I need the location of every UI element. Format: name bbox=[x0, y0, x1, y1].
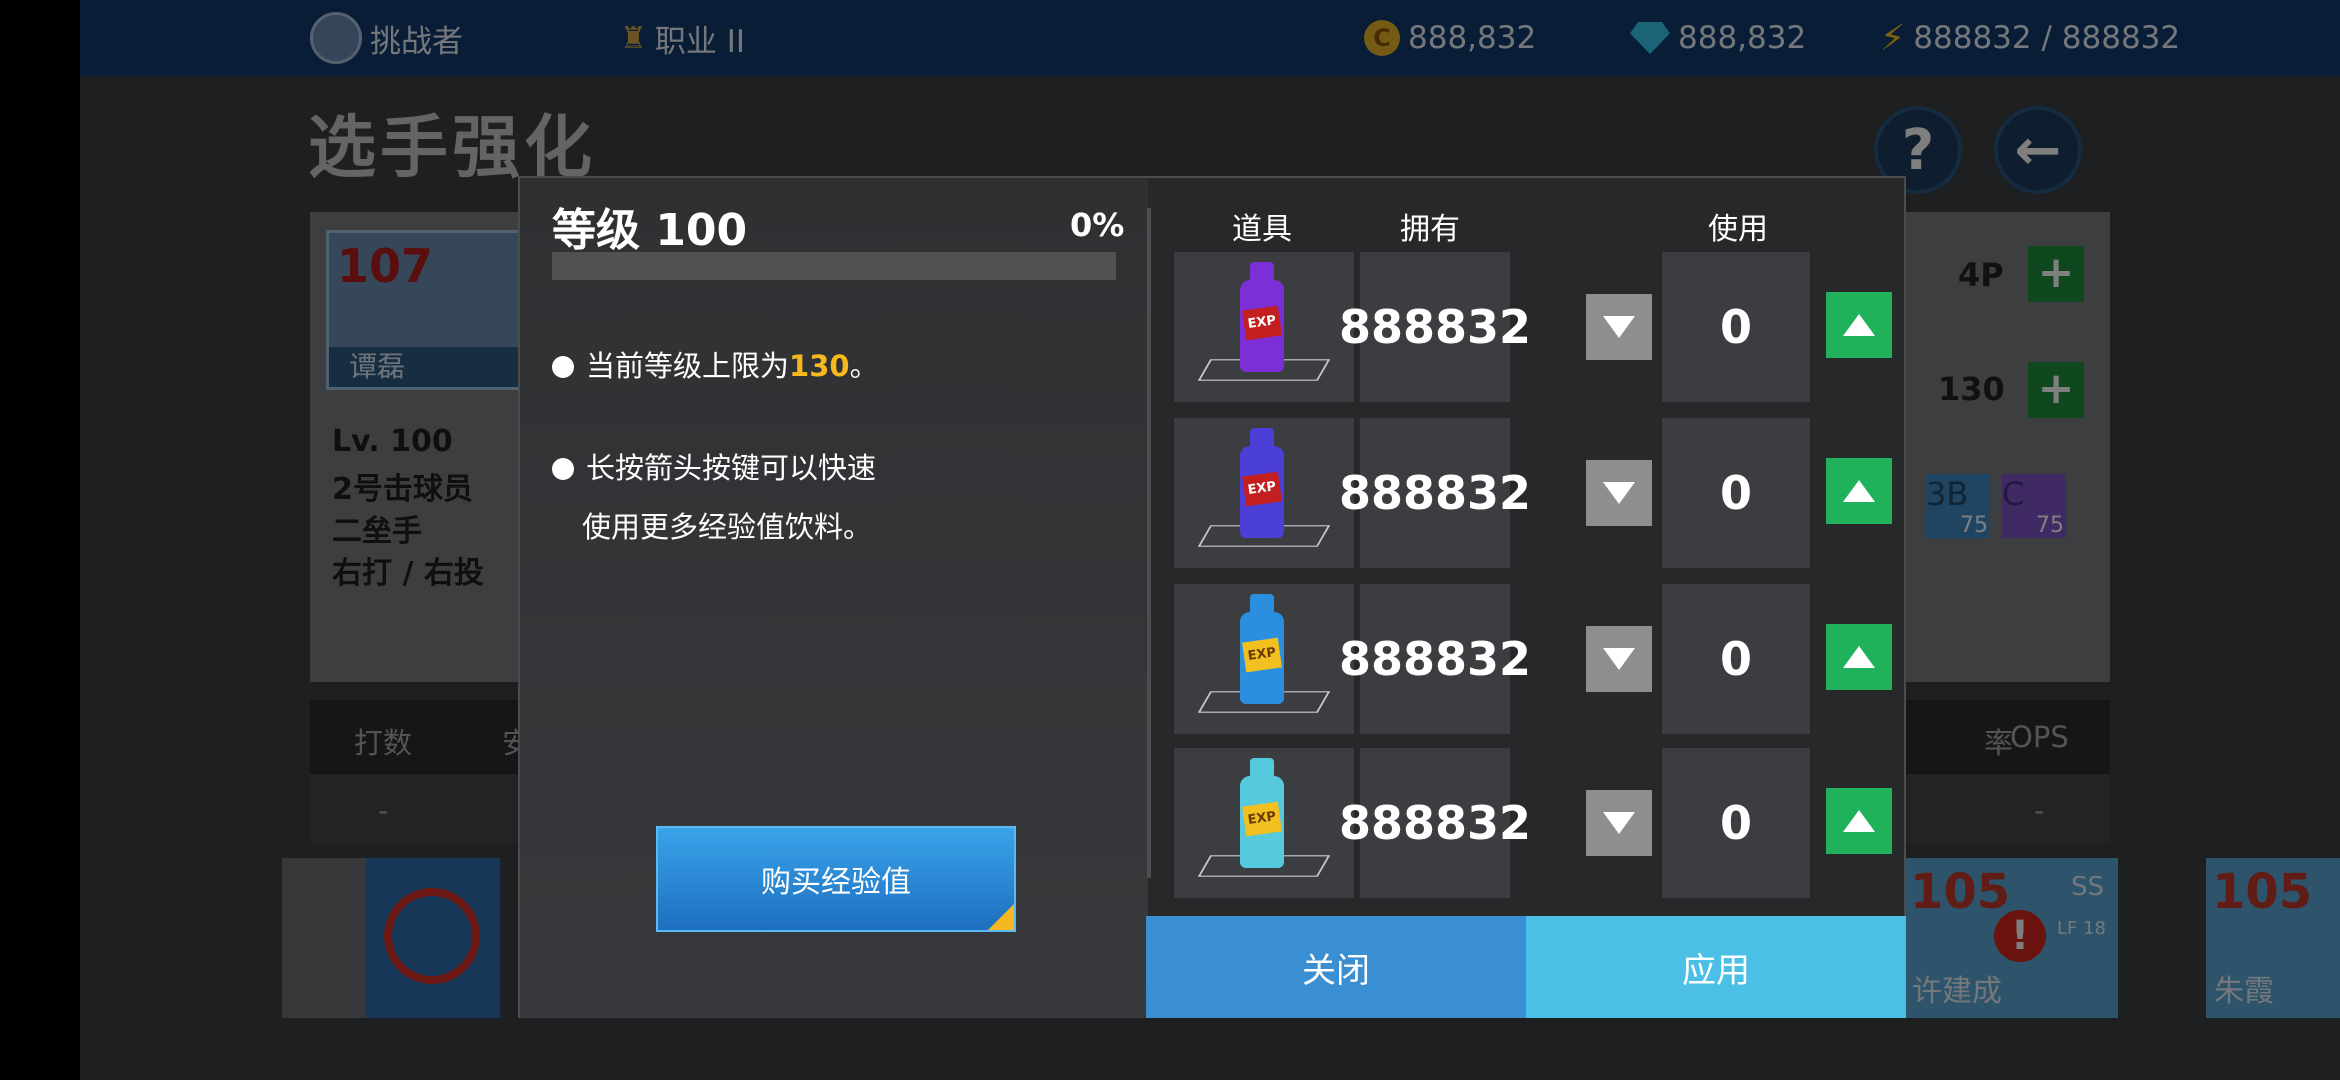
col-header-use: 使用 bbox=[1708, 212, 1768, 247]
bullet-icon bbox=[552, 458, 574, 480]
divider bbox=[1147, 208, 1151, 878]
use-count: 0 bbox=[1662, 418, 1810, 568]
tip-long-press: 长按箭头按键可以快速 bbox=[552, 442, 876, 494]
decrease-button[interactable] bbox=[1586, 460, 1652, 526]
exp-drink-icon: EXP bbox=[1240, 262, 1284, 372]
arrow-down-icon bbox=[1603, 316, 1635, 338]
col-header-owned: 拥有 bbox=[1400, 212, 1460, 247]
decrease-button[interactable] bbox=[1586, 626, 1652, 692]
arrow-down-icon bbox=[1603, 648, 1635, 670]
level-panel: 等级 100 0% 当前等级上限为130。 长按箭头按键可以快速 使用更多经验值… bbox=[520, 178, 1148, 1018]
item-cell: EXP bbox=[1174, 584, 1354, 734]
arrow-up-icon bbox=[1843, 480, 1875, 502]
bullet-icon bbox=[552, 356, 574, 378]
use-count: 0 bbox=[1662, 252, 1810, 402]
owned-count: 888832 bbox=[1339, 418, 1531, 568]
increase-button[interactable] bbox=[1826, 788, 1892, 854]
exp-item-row: EXP 888832 0 bbox=[1174, 584, 1894, 734]
use-count: 0 bbox=[1662, 584, 1810, 734]
increase-button[interactable] bbox=[1826, 292, 1892, 358]
owned-count: 888832 bbox=[1339, 584, 1531, 734]
exp-drink-icon: EXP bbox=[1240, 758, 1284, 868]
arrow-up-icon bbox=[1843, 810, 1875, 832]
arrow-down-icon bbox=[1603, 482, 1635, 504]
tip-long-press-cont: 使用更多经验值饮料。 bbox=[582, 510, 873, 544]
tip-level-cap: 当前等级上限为130。 bbox=[552, 340, 879, 392]
exp-item-row: EXP 888832 0 bbox=[1174, 418, 1894, 568]
owned-count: 888832 bbox=[1339, 748, 1531, 898]
close-button[interactable]: 关闭 bbox=[1146, 916, 1526, 1018]
col-header-item: 道具 bbox=[1232, 212, 1292, 247]
item-cell: EXP bbox=[1174, 748, 1354, 898]
use-count: 0 bbox=[1662, 748, 1810, 898]
exp-item-row: EXP 888832 0 bbox=[1174, 252, 1894, 402]
arrow-up-icon bbox=[1843, 646, 1875, 668]
decrease-button[interactable] bbox=[1586, 294, 1652, 360]
increase-button[interactable] bbox=[1826, 624, 1892, 690]
item-cell: EXP bbox=[1174, 418, 1354, 568]
level-cap-value: 130 bbox=[789, 349, 850, 383]
exp-item-row: EXP 888832 0 bbox=[1174, 748, 1894, 898]
exp-progress-bar bbox=[552, 252, 1116, 280]
level-label: 等级 100 bbox=[552, 205, 748, 256]
apply-button[interactable]: 应用 bbox=[1526, 916, 1906, 1018]
corner-badge-icon bbox=[988, 904, 1014, 930]
buy-exp-button[interactable]: 购买经验值 bbox=[656, 826, 1016, 932]
exp-drink-icon: EXP bbox=[1240, 428, 1284, 538]
level-up-dialog: 等级 100 0% 当前等级上限为130。 长按箭头按键可以快速 使用更多经验值… bbox=[518, 176, 1906, 1018]
owned-count: 888832 bbox=[1339, 252, 1531, 402]
arrow-up-icon bbox=[1843, 314, 1875, 336]
exp-drink-icon: EXP bbox=[1240, 594, 1284, 704]
decrease-button[interactable] bbox=[1586, 790, 1652, 856]
item-cell: EXP bbox=[1174, 252, 1354, 402]
increase-button[interactable] bbox=[1826, 458, 1892, 524]
arrow-down-icon bbox=[1603, 812, 1635, 834]
level-percent: 0% bbox=[1070, 206, 1125, 244]
